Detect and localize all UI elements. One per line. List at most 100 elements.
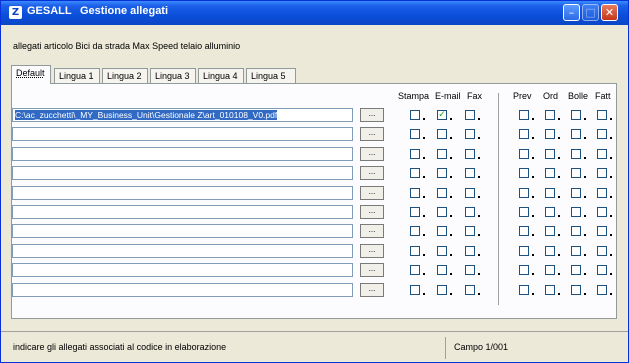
tab-lingua-4[interactable]: Lingua 4 (198, 68, 244, 83)
checkbox-stampa[interactable] (410, 188, 420, 198)
checkbox-bolle[interactable] (571, 265, 581, 275)
checkbox-prev[interactable] (519, 188, 529, 198)
checkbox-ord[interactable] (545, 226, 555, 236)
checkbox-fax[interactable] (465, 265, 475, 275)
checkbox-fax[interactable] (465, 110, 475, 120)
checkbox-email[interactable] (437, 168, 447, 178)
checkbox-prev[interactable] (519, 226, 529, 236)
browse-button[interactable]: ... (360, 224, 384, 238)
browse-button[interactable]: ... (360, 283, 384, 297)
checkbox-fax[interactable] (465, 226, 475, 236)
checkbox-fax[interactable] (465, 285, 475, 295)
checkbox-stampa[interactable] (410, 149, 420, 159)
path-field[interactable] (12, 127, 353, 141)
path-field[interactable] (12, 205, 353, 219)
checkbox-email[interactable] (437, 129, 447, 139)
checkbox-bolle[interactable] (571, 188, 581, 198)
path-field[interactable] (12, 283, 353, 297)
checkbox-prev[interactable] (519, 207, 529, 217)
checkbox-stampa[interactable] (410, 246, 420, 256)
checkbox-bolle[interactable] (571, 246, 581, 256)
checkbox-bolle[interactable] (571, 110, 581, 120)
checkbox-fax[interactable] (465, 188, 475, 198)
tab-lingua-1[interactable]: Lingua 1 (54, 68, 100, 83)
checkbox-fatt[interactable] (597, 110, 607, 120)
checkbox-email[interactable] (437, 207, 447, 217)
checkbox-fatt[interactable] (597, 285, 607, 295)
checkbox-fatt[interactable] (597, 168, 607, 178)
checkbox-prev[interactable] (519, 129, 529, 139)
browse-button[interactable]: ... (360, 263, 384, 277)
checkbox-bolle[interactable] (571, 207, 581, 217)
checkbox-stampa[interactable] (410, 207, 420, 217)
browse-button[interactable]: ... (360, 108, 384, 122)
checkbox-email[interactable] (437, 285, 447, 295)
checkbox-stampa[interactable] (410, 265, 420, 275)
tab-lingua-5[interactable]: Lingua 5 (246, 68, 296, 83)
close-icon[interactable]: ✕ (601, 4, 618, 21)
path-field[interactable] (12, 244, 353, 258)
checkbox-ord[interactable] (545, 265, 555, 275)
path-field[interactable] (12, 263, 353, 277)
checkbox-fatt[interactable] (597, 129, 607, 139)
checkbox-fax[interactable] (465, 246, 475, 256)
title-bar[interactable]: Z GESALL Gestione allegati – □ ✕ (1, 1, 628, 25)
checkbox-stampa[interactable] (410, 129, 420, 139)
browse-button[interactable]: ... (360, 205, 384, 219)
checkbox-bolle[interactable] (571, 285, 581, 295)
maximize-icon[interactable]: □ (582, 4, 599, 21)
path-field[interactable] (12, 166, 353, 180)
checkbox-fatt[interactable] (597, 188, 607, 198)
checkbox-bolle[interactable] (571, 168, 581, 178)
checkbox-fatt[interactable] (597, 149, 607, 159)
checkbox-bolle[interactable] (571, 226, 581, 236)
checkbox-fatt[interactable] (597, 246, 607, 256)
checkbox-email[interactable] (437, 265, 447, 275)
checkbox-stampa[interactable] (410, 110, 420, 120)
checkbox-bolle[interactable] (571, 149, 581, 159)
checkbox-fax[interactable] (465, 149, 475, 159)
checkbox-ord[interactable] (545, 285, 555, 295)
checkbox-prev[interactable] (519, 246, 529, 256)
path-field[interactable] (12, 224, 353, 238)
checkbox-fax[interactable] (465, 207, 475, 217)
checkbox-stampa[interactable] (410, 226, 420, 236)
checkbox-ord[interactable] (545, 110, 555, 120)
checkbox-ord[interactable] (545, 129, 555, 139)
checkbox-email[interactable] (437, 226, 447, 236)
checkbox-bolle[interactable] (571, 129, 581, 139)
path-field[interactable] (12, 147, 353, 161)
checkbox-ord[interactable] (545, 207, 555, 217)
browse-button[interactable]: ... (360, 147, 384, 161)
checkbox-stampa[interactable] (410, 168, 420, 178)
checkbox-fatt[interactable] (597, 226, 607, 236)
checkbox-prev[interactable] (519, 265, 529, 275)
checkbox-ord[interactable] (545, 246, 555, 256)
checkbox-fax[interactable] (465, 168, 475, 178)
path-field[interactable]: C:\ac_zucchetti\_MY_Business_Unit\Gestio… (12, 108, 353, 122)
tab-lingua-3[interactable]: Lingua 3 (150, 68, 196, 83)
browse-button[interactable]: ... (360, 127, 384, 141)
browse-button[interactable]: ... (360, 244, 384, 258)
path-field[interactable] (12, 186, 353, 200)
checkbox-prev[interactable] (519, 168, 529, 178)
tab-default[interactable]: Default (11, 65, 51, 84)
checkbox-ord[interactable] (545, 188, 555, 198)
checkbox-fatt[interactable] (597, 265, 607, 275)
minimize-icon[interactable]: – (563, 4, 580, 21)
checkbox-email[interactable] (437, 149, 447, 159)
checkbox-prev[interactable] (519, 110, 529, 120)
checkbox-fax[interactable] (465, 129, 475, 139)
checkbox-prev[interactable] (519, 149, 529, 159)
checkbox-email[interactable] (437, 188, 447, 198)
checkbox-ord[interactable] (545, 168, 555, 178)
browse-button[interactable]: ... (360, 186, 384, 200)
checkbox-stampa[interactable] (410, 285, 420, 295)
checkbox-email[interactable]: ✓ (437, 110, 447, 120)
checkbox-prev[interactable] (519, 285, 529, 295)
tab-lingua-2[interactable]: Lingua 2 (102, 68, 148, 83)
browse-button[interactable]: ... (360, 166, 384, 180)
checkbox-fatt[interactable] (597, 207, 607, 217)
checkbox-email[interactable] (437, 246, 447, 256)
checkbox-ord[interactable] (545, 149, 555, 159)
